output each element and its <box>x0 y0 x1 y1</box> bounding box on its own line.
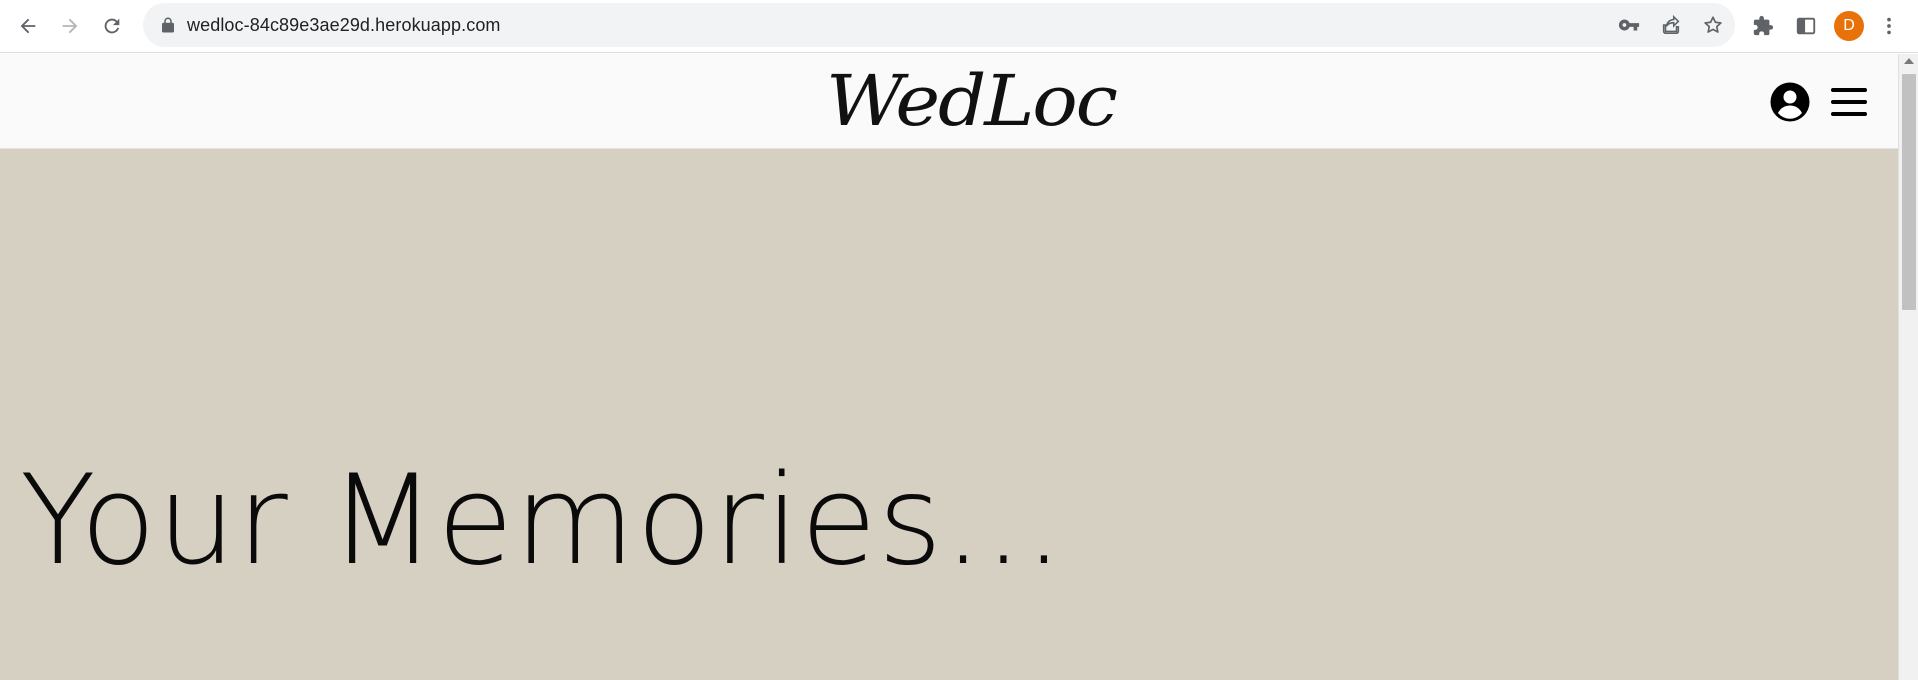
browser-toolbar: wedloc-84c89e3ae29d.herokuapp.com D <box>0 0 1918 53</box>
side-panel-icon <box>1796 17 1816 35</box>
star-icon <box>1704 16 1722 33</box>
arrow-right-icon <box>62 18 78 34</box>
chrome-menu-button[interactable] <box>1877 12 1901 40</box>
kebab-menu-icon <box>1887 17 1891 35</box>
page-viewport: WedLoc Your Memories... <box>0 54 1918 680</box>
back-button[interactable] <box>12 10 44 42</box>
bookmark-button[interactable] <box>1701 13 1725 37</box>
profile-avatar[interactable]: D <box>1834 11 1864 41</box>
side-panel-button[interactable] <box>1792 12 1820 40</box>
scroll-up-arrow[interactable] <box>1904 58 1914 64</box>
password-key-button[interactable] <box>1617 13 1641 37</box>
hero-section: Your Memories... <box>0 149 1898 680</box>
url-text[interactable]: wedloc-84c89e3ae29d.herokuapp.com <box>187 15 501 36</box>
forward-button[interactable] <box>54 10 86 42</box>
arrow-left-icon <box>20 18 36 34</box>
site-logo[interactable]: WedLoc <box>826 60 1118 142</box>
lock-icon <box>162 17 174 33</box>
reload-button[interactable] <box>96 10 128 42</box>
puzzle-icon <box>1753 15 1774 36</box>
hamburger-menu-icon[interactable] <box>1829 84 1869 120</box>
page-scrollbar[interactable] <box>1898 54 1918 680</box>
reload-icon <box>104 18 120 34</box>
site-header: WedLoc <box>0 54 1898 149</box>
scroll-thumb[interactable] <box>1902 74 1916 310</box>
extensions-button[interactable] <box>1749 12 1777 40</box>
account-circle-icon[interactable] <box>1769 81 1811 123</box>
address-bar[interactable]: wedloc-84c89e3ae29d.herokuapp.com <box>143 3 1735 47</box>
share-icon <box>1662 14 1680 35</box>
key-icon <box>1618 19 1640 31</box>
hero-title: Your Memories... <box>20 449 1065 593</box>
share-button[interactable] <box>1659 13 1683 37</box>
